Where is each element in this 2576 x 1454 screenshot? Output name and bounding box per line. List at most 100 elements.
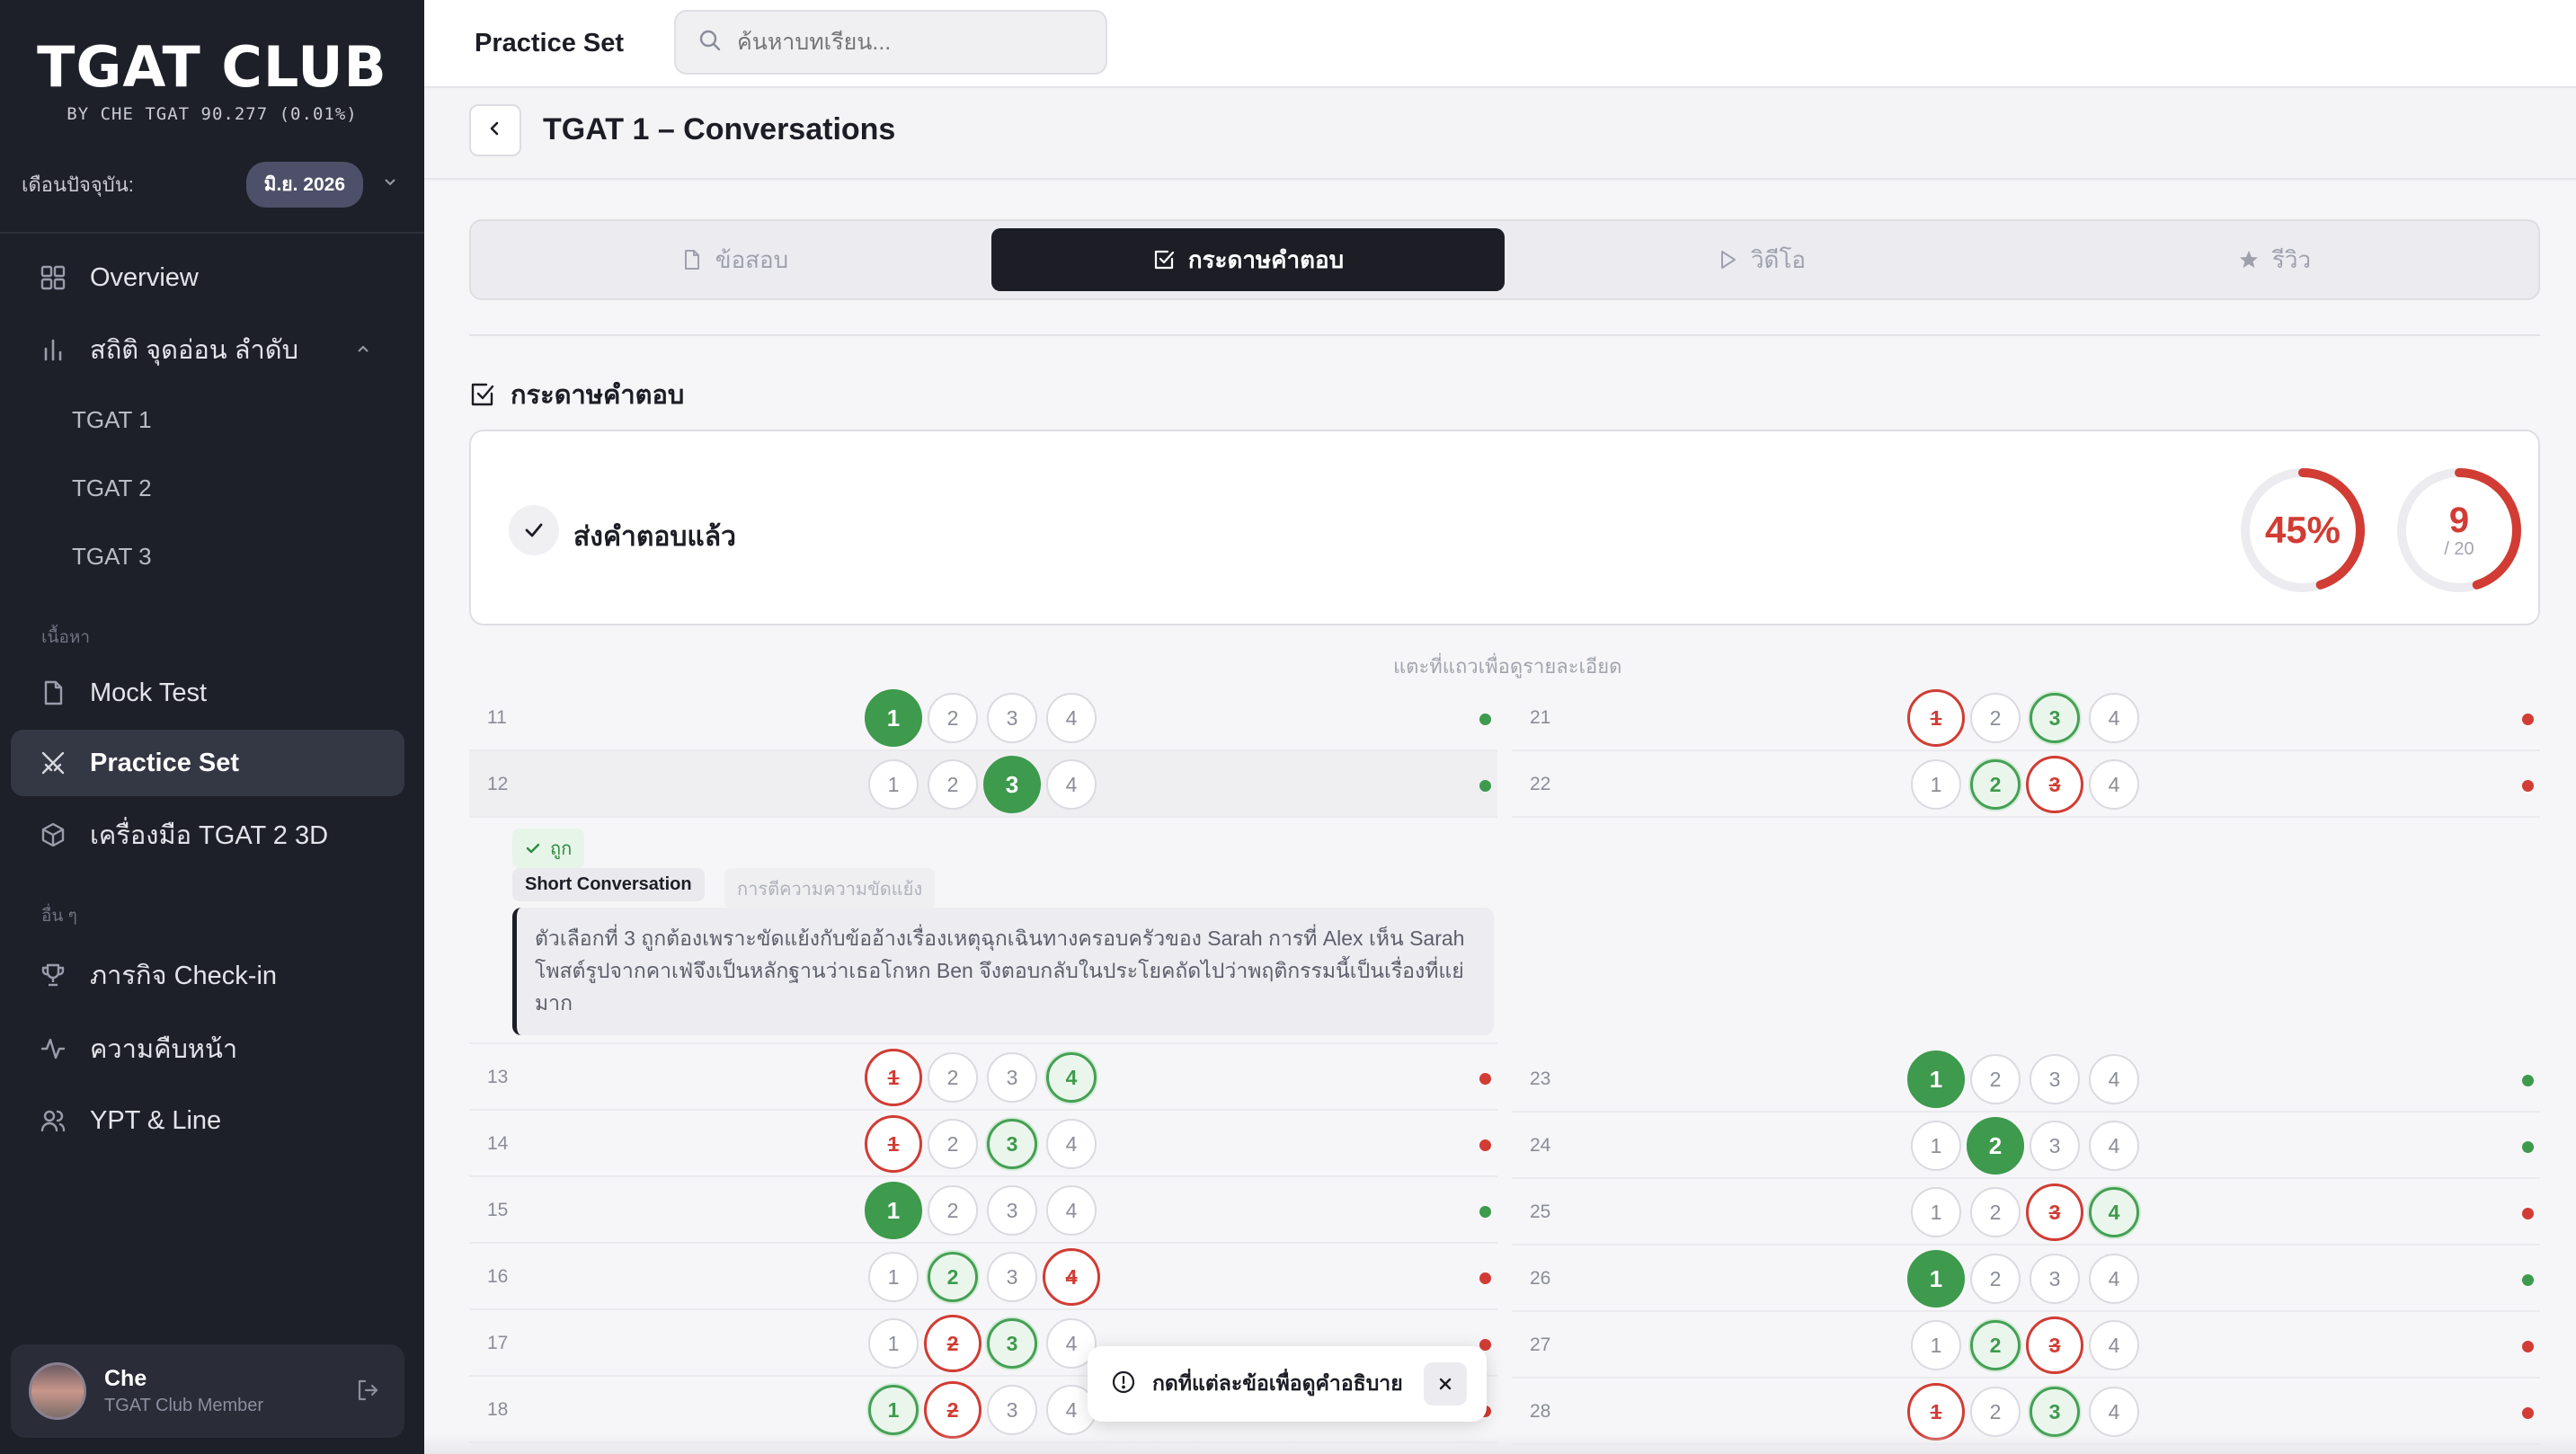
choice-1[interactable]: 1 (865, 1182, 922, 1239)
tab-exam[interactable]: ข้อสอบ (478, 228, 991, 291)
choice-2[interactable]: 2 (1970, 1187, 2021, 1237)
choice-4[interactable]: 4 (2089, 693, 2139, 743)
choice-1[interactable]: 1 (1911, 1187, 1961, 1237)
answer-row-26[interactable]: 26 1 2 3 4 (1512, 1246, 2540, 1312)
choice-1[interactable]: 1 (868, 1318, 919, 1369)
sidebar-subitem-tgat2[interactable]: TGAT 2 (72, 474, 152, 502)
user-card[interactable]: Che TGAT Club Member (11, 1344, 404, 1438)
tab-review[interactable]: รีวิว (2018, 228, 2531, 291)
choice-1[interactable]: 1 (1907, 689, 1965, 747)
choice-3[interactable]: 3 (987, 1385, 1037, 1435)
choice-1[interactable]: 1 (1907, 1051, 1965, 1108)
choice-2[interactable]: 2 (924, 1381, 982, 1439)
choice-4[interactable]: 4 (1046, 1185, 1097, 1236)
answer-row-21[interactable]: 21 1 2 3 4 (1512, 685, 2540, 751)
choice-3[interactable]: 3 (987, 693, 1037, 743)
answer-row-24[interactable]: 24 1 2 3 4 (1512, 1113, 2540, 1179)
sidebar-item-practice-set[interactable]: Practice Set (11, 730, 404, 796)
choice-1[interactable]: 1 (868, 1252, 919, 1302)
choice-4[interactable]: 4 (1043, 1248, 1100, 1306)
choice-1[interactable]: 1 (868, 1385, 919, 1435)
sidebar-item-checkin[interactable]: ภารกิจ Check-in (11, 942, 404, 1008)
choice-3[interactable]: 3 (987, 1252, 1037, 1302)
choice-2[interactable]: 2 (1970, 759, 2021, 810)
choice-3[interactable]: 3 (983, 756, 1041, 813)
choice-2[interactable]: 2 (928, 693, 978, 743)
choice-4[interactable]: 4 (2089, 1187, 2139, 1237)
choice-2[interactable]: 2 (928, 1252, 978, 1302)
answer-row-22[interactable]: 22 1 2 3 4 (1512, 751, 2540, 818)
choice-1[interactable]: 1 (865, 1049, 922, 1106)
choice-2[interactable]: 2 (928, 1185, 978, 1236)
choice-4[interactable]: 4 (2089, 1320, 2139, 1370)
month-selector[interactable]: เดือนปัจจุบัน: มิ.ย. 2026 (22, 161, 399, 208)
answer-row-12[interactable]: 12 1 2 3 4 (469, 751, 1497, 818)
choice-3[interactable]: 3 (2030, 693, 2080, 743)
answer-row-25[interactable]: 25 1 2 3 4 (1512, 1179, 2540, 1246)
choice-1[interactable]: 1 (1911, 1320, 1961, 1370)
choice-3[interactable]: 3 (2030, 1121, 2080, 1171)
choice-3[interactable]: 3 (987, 1185, 1037, 1236)
choice-2[interactable]: 2 (1970, 1254, 2021, 1304)
choice-1[interactable]: 1 (868, 759, 919, 810)
choice-2[interactable]: 2 (1970, 1054, 2021, 1104)
back-button[interactable] (469, 104, 521, 156)
sidebar-item-mock-test[interactable]: Mock Test (11, 660, 404, 726)
answer-row-16[interactable]: 16 1 2 3 4 (469, 1244, 1497, 1310)
answer-row-11[interactable]: 11 1 2 3 4 (469, 685, 1497, 751)
choice-1[interactable]: 1 (1907, 1383, 1965, 1441)
sidebar-item-tgat2-tool[interactable]: เครื่องมือ TGAT 2 3D (11, 802, 404, 868)
sidebar-subitem-tgat3[interactable]: TGAT 3 (72, 543, 152, 571)
choice-4[interactable]: 4 (2089, 1387, 2139, 1437)
tab-answer-sheet[interactable]: กระดาษคำตอบ (991, 228, 1505, 291)
month-badge[interactable]: มิ.ย. 2026 (245, 161, 363, 208)
choice-3[interactable]: 3 (2026, 1317, 2083, 1374)
close-button[interactable] (1424, 1362, 1467, 1405)
choice-1[interactable]: 1 (1911, 759, 1961, 810)
choice-4[interactable]: 4 (2089, 1254, 2139, 1304)
choice-4[interactable]: 4 (2089, 1121, 2139, 1171)
choice-3[interactable]: 3 (2026, 1184, 2083, 1241)
choice-1[interactable]: 1 (865, 1115, 922, 1173)
answer-row-14[interactable]: 14 1 2 3 4 (469, 1111, 1497, 1177)
choice-3[interactable]: 3 (2026, 756, 2083, 813)
app-logo[interactable]: TGAT CLUB (0, 34, 424, 100)
choice-1[interactable]: 1 (1907, 1250, 1965, 1308)
choice-2[interactable]: 2 (1970, 1320, 2021, 1370)
choice-1[interactable]: 1 (1911, 1121, 1961, 1171)
search-input[interactable] (737, 29, 1097, 56)
chevron-down-icon[interactable] (363, 173, 399, 196)
choice-2[interactable]: 2 (928, 759, 978, 810)
sidebar-item-progress[interactable]: ความคืบหน้า (11, 1015, 404, 1082)
sidebar-item-ypt-line[interactable]: YPT & Line (11, 1087, 404, 1154)
sidebar-item-stats[interactable]: สถิติ จุดอ่อน ลำดับ (11, 316, 404, 383)
choice-4[interactable]: 4 (2089, 1054, 2139, 1104)
choice-2[interactable]: 2 (928, 1119, 978, 1169)
choice-3[interactable]: 3 (987, 1052, 1037, 1103)
tab-video[interactable]: วิดีโอ (1505, 228, 2018, 291)
choice-4[interactable]: 4 (1046, 1052, 1097, 1103)
choice-2[interactable]: 2 (1970, 1387, 2021, 1437)
choice-2[interactable]: 2 (1967, 1117, 2024, 1175)
choice-1[interactable]: 1 (865, 689, 922, 747)
chevron-up-icon[interactable] (354, 335, 372, 365)
search-box[interactable] (674, 10, 1107, 75)
answer-row-23[interactable]: 23 1 2 3 4 (1512, 1046, 2540, 1113)
choice-3[interactable]: 3 (2030, 1387, 2080, 1437)
choice-2[interactable]: 2 (1970, 693, 2021, 743)
choice-3[interactable]: 3 (987, 1318, 1037, 1369)
choice-4[interactable]: 4 (1046, 1119, 1097, 1169)
choice-2[interactable]: 2 (924, 1315, 982, 1372)
sidebar-subitem-tgat1[interactable]: TGAT 1 (72, 406, 152, 434)
choice-3[interactable]: 3 (987, 1119, 1037, 1169)
answer-row-13[interactable]: 13 1 2 3 4 (469, 1044, 1497, 1111)
answer-row-27[interactable]: 27 1 2 3 4 (1512, 1312, 2540, 1379)
choice-3[interactable]: 3 (2030, 1054, 2080, 1104)
sidebar-item-overview[interactable]: Overview (11, 244, 404, 311)
choice-3[interactable]: 3 (2030, 1254, 2080, 1304)
logout-icon[interactable] (354, 1377, 381, 1408)
choice-2[interactable]: 2 (928, 1052, 978, 1103)
choice-4[interactable]: 4 (1046, 693, 1097, 743)
choice-4[interactable]: 4 (2089, 759, 2139, 810)
choice-4[interactable]: 4 (1046, 759, 1097, 810)
